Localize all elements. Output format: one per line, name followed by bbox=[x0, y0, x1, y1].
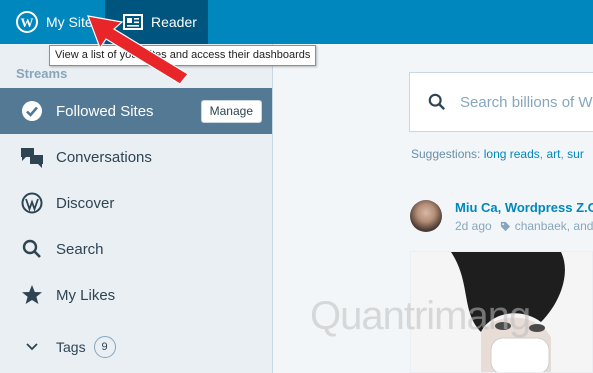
sidebar-item-label: Tags bbox=[56, 339, 86, 355]
sidebar-item-discover[interactable]: Discover bbox=[0, 180, 272, 226]
wordpress-logo-icon: W bbox=[16, 11, 38, 33]
reader-sidebar: Streams Followed Sites Manage Conversati… bbox=[0, 44, 273, 373]
post-tags[interactable]: chanbaek, and bbox=[515, 219, 593, 233]
sidebar-item-followed-sites[interactable]: Followed Sites Manage bbox=[0, 88, 272, 134]
search-input[interactable]: Search billions of W bbox=[409, 72, 593, 132]
sidebar-item-tags[interactable]: Tags 9 bbox=[0, 324, 272, 370]
sidebar-item-label: Followed Sites bbox=[56, 102, 154, 120]
avatar[interactable] bbox=[410, 200, 442, 232]
sidebar-item-conversations[interactable]: Conversations bbox=[0, 134, 272, 180]
sidebar-item-label: My Likes bbox=[56, 286, 116, 304]
manage-button[interactable]: Manage bbox=[200, 100, 262, 123]
search-icon bbox=[428, 93, 446, 111]
suggestion-link[interactable]: sur bbox=[567, 147, 584, 161]
star-icon bbox=[20, 283, 44, 307]
sidebar-item-search[interactable]: Search bbox=[0, 226, 272, 272]
post-author-link[interactable]: Miu Ca, Wordpress Z.O. bbox=[455, 200, 593, 215]
streams-heading: Streams bbox=[16, 66, 68, 81]
sidebar-item-label: Conversations bbox=[56, 148, 152, 166]
annotation-arrow-icon bbox=[87, 15, 189, 85]
sidebar-item-label: Discover bbox=[56, 194, 115, 212]
post-header: Miu Ca, Wordpress Z.O. 2d ago chanbaek, … bbox=[410, 200, 593, 240]
sidebar-item-label: Search bbox=[56, 240, 104, 258]
tag-icon bbox=[500, 221, 510, 231]
search-suggestions: Suggestions: long reads, art, sur bbox=[411, 147, 584, 161]
post-meta: 2d ago chanbaek, and bbox=[455, 219, 593, 233]
post-age[interactable]: 2d ago bbox=[455, 219, 492, 233]
search-icon bbox=[20, 237, 44, 261]
chat-bubbles-icon bbox=[20, 145, 44, 169]
tags-count-badge: 9 bbox=[93, 336, 116, 358]
wordpress-logo-icon bbox=[20, 191, 44, 215]
search-placeholder: Search billions of W bbox=[460, 93, 593, 111]
watermark-text: Quantrimang bbox=[310, 294, 531, 338]
suggestions-label: Suggestions: bbox=[411, 147, 481, 161]
suggestion-link[interactable]: art bbox=[546, 147, 560, 161]
sidebar-item-my-likes[interactable]: My Likes bbox=[0, 272, 272, 318]
checkmark-circle-icon bbox=[20, 99, 44, 123]
suggestion-link[interactable]: long reads bbox=[484, 147, 540, 161]
chevron-down-icon bbox=[20, 335, 44, 359]
